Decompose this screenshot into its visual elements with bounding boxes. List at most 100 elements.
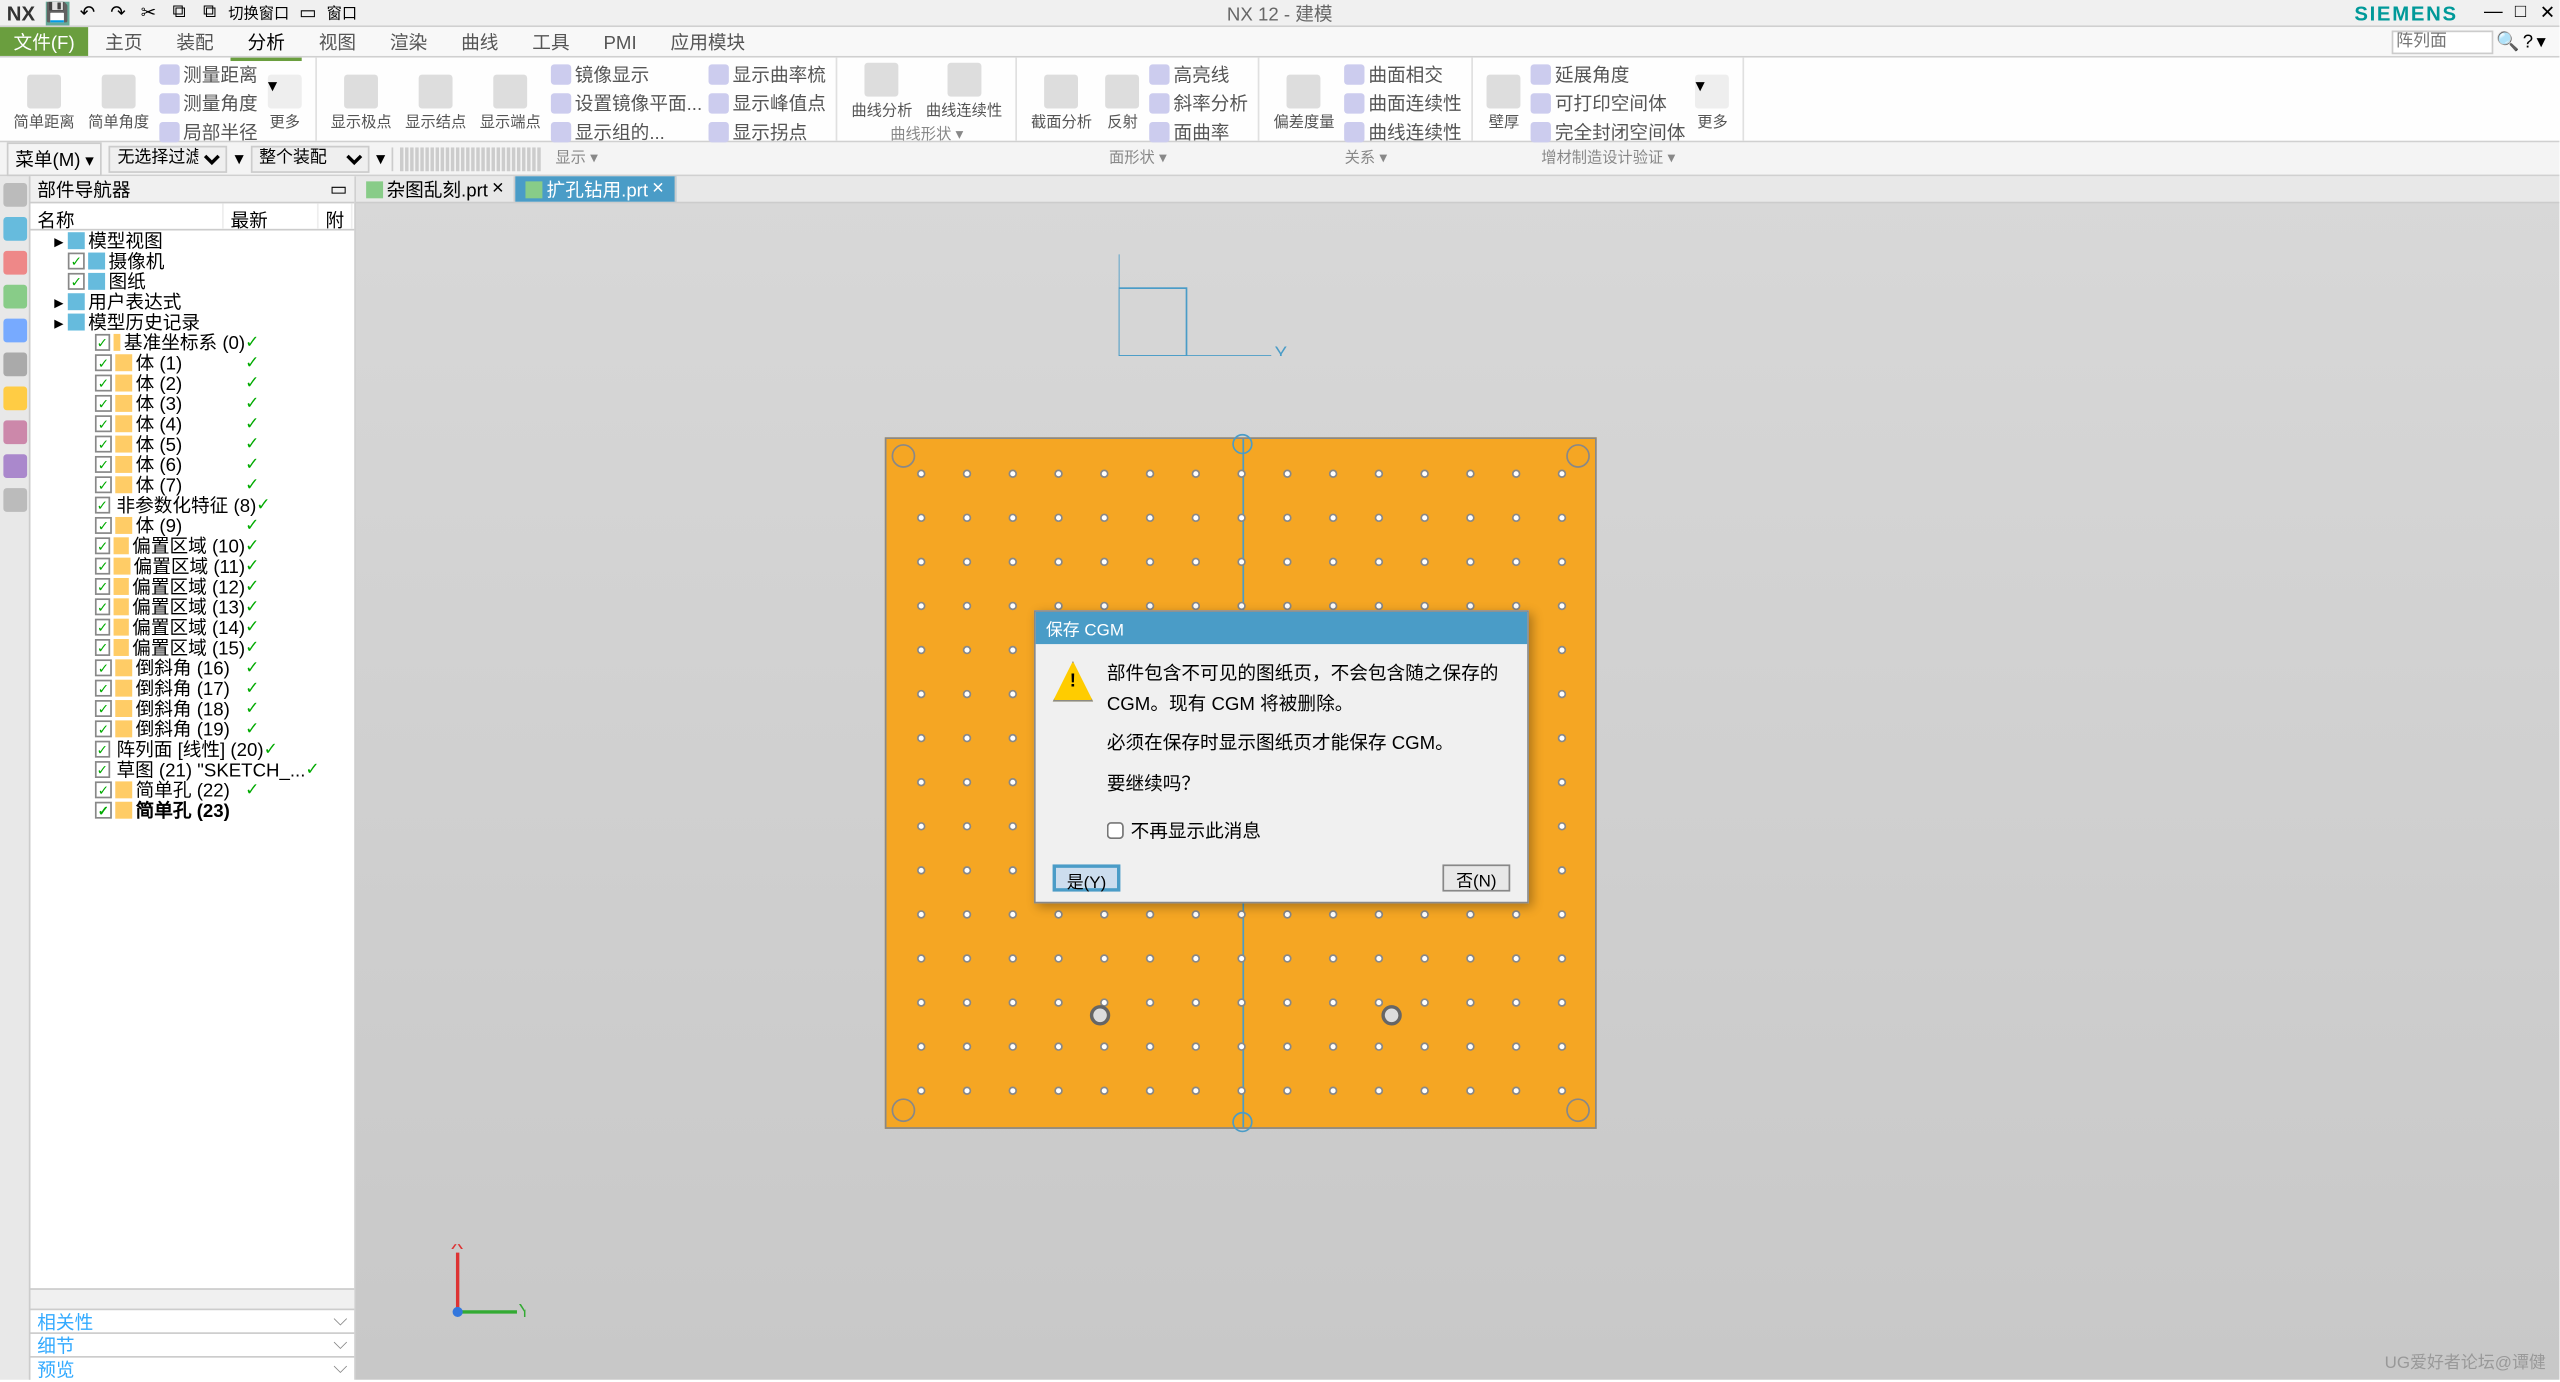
doc-tab[interactable]: 杂图乱刻.prt ✕ <box>356 176 516 201</box>
selection-tool-icon[interactable] <box>436 147 439 171</box>
maximize-icon[interactable]: □ <box>2509 1 2533 25</box>
search-icon[interactable]: 🔍 <box>2496 31 2519 53</box>
ribbon-group-label[interactable]: 关系 ▾ <box>1270 146 1462 168</box>
ribbon-item[interactable]: 曲线连续性 <box>1345 119 1462 146</box>
selection-tool-icon[interactable] <box>513 147 516 171</box>
ribbon-item[interactable]: 斜率分析 <box>1150 90 1248 117</box>
ribbon-item[interactable]: 高亮线 <box>1150 61 1248 88</box>
constraint-tab-icon[interactable] <box>3 251 27 275</box>
browser-tab-icon[interactable] <box>3 353 27 377</box>
selection-tool-icon[interactable] <box>487 147 490 171</box>
undo-icon[interactable]: ↶ <box>76 1 100 25</box>
minimize-icon[interactable]: — <box>2481 1 2505 25</box>
ribbon-item[interactable]: 完全封闭空间体 <box>1531 119 1685 146</box>
navigator-pin-icon[interactable]: ▭ <box>330 178 348 200</box>
tab-close-icon[interactable]: ✕ <box>651 180 664 199</box>
selection-tool-icon[interactable] <box>533 147 536 171</box>
selection-tool-icon[interactable] <box>482 147 485 171</box>
ribbon-btn[interactable]: 曲线连续性 <box>923 61 1006 122</box>
ribbon-btn[interactable]: 截面分析 <box>1028 73 1096 134</box>
selection-filter[interactable]: 无选择过滤器 <box>109 145 228 172</box>
col-name[interactable]: 名称 <box>31 203 224 228</box>
hd3d-tab-icon[interactable] <box>3 319 27 343</box>
assembly-filter[interactable]: 整个装配 <box>251 145 370 172</box>
ribbon-item[interactable]: 测量角度 <box>159 90 257 117</box>
ribbon-btn[interactable]: 简单距离 <box>10 73 78 134</box>
menu-tab-渲染[interactable]: 渲染 <box>373 30 444 57</box>
history-tab-icon[interactable] <box>3 386 27 410</box>
dont-show-again[interactable]: 不再显示此消息 <box>1036 818 1528 855</box>
menu-tab-曲线[interactable]: 曲线 <box>444 30 515 57</box>
no-button[interactable]: 否(N) <box>1442 865 1510 892</box>
selection-tool-icon[interactable] <box>401 147 404 171</box>
ribbon-item[interactable]: 显示曲率梳 <box>709 61 826 88</box>
selection-tool-icon[interactable] <box>457 147 460 171</box>
selection-tool-icon[interactable] <box>446 147 449 171</box>
ribbon-more[interactable]: ▾更多 <box>1692 73 1733 134</box>
selection-tool-icon[interactable] <box>518 147 521 171</box>
selection-tool-icon[interactable] <box>462 147 465 171</box>
cut-icon[interactable]: ✂ <box>137 1 161 25</box>
col-f[interactable]: 附 <box>319 203 353 228</box>
reuse-tab-icon[interactable] <box>3 285 27 309</box>
selection-tool-icon[interactable] <box>523 147 526 171</box>
selection-tool-icon[interactable] <box>411 147 414 171</box>
selection-tool-icon[interactable] <box>416 147 419 171</box>
selection-tool-icon[interactable] <box>528 147 531 171</box>
navigator-tab-icon[interactable] <box>3 183 27 207</box>
window-icon[interactable]: ▭ <box>296 1 320 25</box>
ribbon-item[interactable]: 局部半径 <box>159 119 257 146</box>
window-label[interactable]: 窗口 <box>327 1 358 25</box>
menu-tab-视图[interactable]: 视图 <box>302 30 373 57</box>
assembly-tab-icon[interactable] <box>3 217 27 241</box>
ribbon-item[interactable]: 显示组的... <box>551 119 702 146</box>
ribbon-group-label[interactable]: 增材制造设计验证 ▾ <box>1484 146 1733 168</box>
dont-show-checkbox[interactable] <box>1107 823 1124 840</box>
selection-tool-icon[interactable] <box>492 147 495 171</box>
switch-window-label[interactable]: 切换窗口 <box>228 1 289 25</box>
nav-panel-相关性[interactable]: 相关性⌵ <box>31 1309 355 1333</box>
selection-tool-icon[interactable] <box>507 147 510 171</box>
ribbon-btn[interactable]: 显示极点 <box>327 73 395 134</box>
ribbon-item[interactable]: 显示拐点 <box>709 119 826 146</box>
selection-tool-icon[interactable] <box>421 147 424 171</box>
filter-arrow-icon[interactable]: ▾ <box>234 147 243 169</box>
ribbon-item[interactable]: 延展角度 <box>1531 61 1685 88</box>
ribbon-item[interactable]: 镜像显示 <box>551 61 702 88</box>
ribbon-btn[interactable]: 反射 <box>1102 73 1143 134</box>
help-icon[interactable]: ? <box>2523 31 2533 51</box>
menu-tab-应用模块[interactable]: 应用模块 <box>654 30 762 57</box>
selection-tool-icon[interactable] <box>441 147 444 171</box>
search-input[interactable] <box>2391 30 2493 54</box>
switch-window-icon[interactable]: ⧉ <box>198 1 222 25</box>
save-icon[interactable]: 💾 <box>45 1 69 25</box>
close-icon[interactable]: ✕ <box>2536 1 2560 25</box>
ribbon-item[interactable]: 曲面连续性 <box>1345 90 1462 117</box>
tree-node[interactable]: ✓简单孔 (23) <box>31 800 355 820</box>
canvas[interactable]: Y X Y 保存 CGM <box>356 203 2560 1379</box>
axis-handle[interactable] <box>1232 434 1252 454</box>
menu-tab-主页[interactable]: 主页 <box>88 30 159 57</box>
selection-tool-icon[interactable] <box>452 147 455 171</box>
selection-tool-icon[interactable] <box>426 147 429 171</box>
menu-tab-PMI[interactable]: PMI <box>587 30 654 57</box>
ribbon-btn[interactable]: 显示端点 <box>476 73 544 134</box>
file-menu[interactable]: 文件(F) <box>0 27 88 56</box>
ribbon-min-icon[interactable]: ▾ <box>2537 31 2546 53</box>
col-latest[interactable]: 最新 <box>224 203 319 228</box>
axis-handle[interactable] <box>1232 1112 1252 1132</box>
menu-tab-分析[interactable]: 分析 <box>231 30 302 61</box>
selection-tool-icon[interactable] <box>497 147 500 171</box>
ribbon-item[interactable]: 可打印空间体 <box>1531 90 1685 117</box>
ribbon-btn[interactable]: 偏差度量 <box>1270 73 1338 134</box>
ribbon-btn[interactable]: 显示结点 <box>402 73 470 134</box>
nav-panel-细节[interactable]: 细节⌵ <box>31 1332 355 1356</box>
doc-tab[interactable]: 扩孔钻用.prt ✕ <box>516 176 676 201</box>
navigator-scrollbar[interactable] <box>31 1288 355 1308</box>
ribbon-btn[interactable]: 简单角度 <box>85 73 153 134</box>
selection-tool-icon[interactable] <box>431 147 434 171</box>
ribbon-more[interactable]: ▾更多 <box>264 73 305 134</box>
selection-tool-icon[interactable] <box>406 147 409 171</box>
redo-icon[interactable]: ↷ <box>106 1 130 25</box>
ribbon-btn[interactable]: 壁厚 <box>1484 73 1525 134</box>
